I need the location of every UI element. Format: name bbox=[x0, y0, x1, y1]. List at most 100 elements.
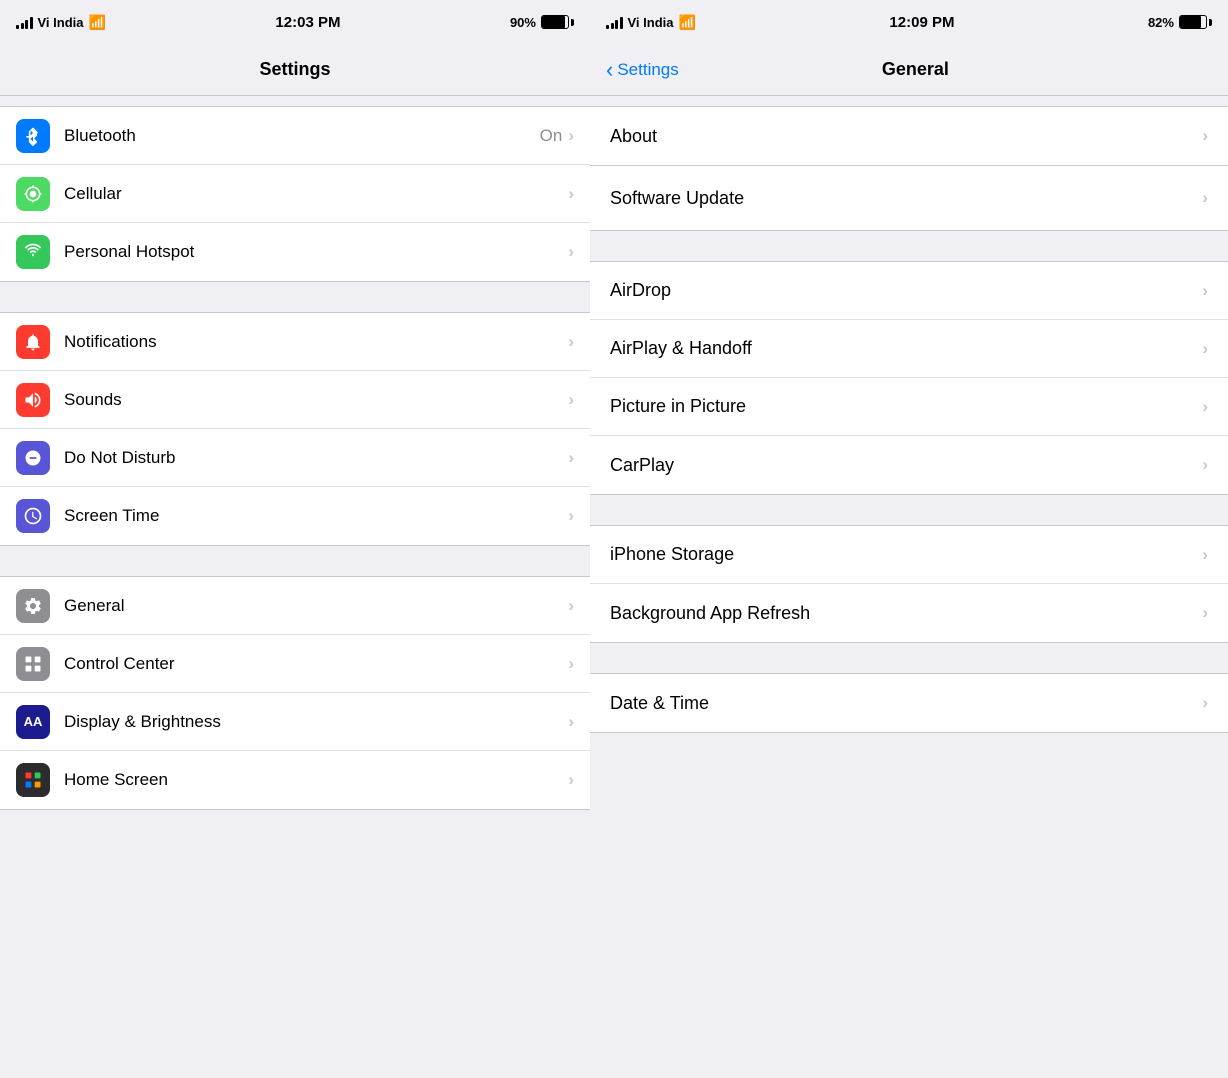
display-brightness-label: Display & Brightness bbox=[64, 712, 568, 732]
right-scroll-area[interactable]: About › Software Update › AirDrop › AirP… bbox=[590, 96, 1228, 1078]
battery-pct-left: 90% bbox=[510, 15, 536, 30]
screen-time-icon bbox=[16, 499, 50, 533]
cellular-chevron: › bbox=[568, 184, 574, 204]
list-item-personal-hotspot[interactable]: Personal Hotspot › bbox=[0, 223, 590, 281]
back-button[interactable]: ‹ Settings bbox=[606, 59, 679, 81]
control-center-chevron: › bbox=[568, 654, 574, 674]
list-item-general[interactable]: General › bbox=[0, 577, 590, 635]
list-item-airdrop[interactable]: AirDrop › bbox=[590, 262, 1228, 320]
settings-title: Settings bbox=[259, 59, 330, 80]
personal-hotspot-chevron: › bbox=[568, 242, 574, 262]
bluetooth-label: Bluetooth bbox=[64, 126, 540, 146]
wifi-icon-left: 📶 bbox=[89, 14, 106, 31]
nav-bar-right: ‹ Settings General bbox=[590, 44, 1228, 96]
display-brightness-icon: AA bbox=[16, 705, 50, 739]
bluetooth-chevron: › bbox=[568, 126, 574, 146]
general-icon bbox=[16, 589, 50, 623]
list-item-do-not-disturb[interactable]: Do Not Disturb › bbox=[0, 429, 590, 487]
list-item-control-center[interactable]: Control Center › bbox=[0, 635, 590, 693]
list-item-carplay[interactable]: CarPlay › bbox=[590, 436, 1228, 494]
bottom-padding-left bbox=[0, 810, 590, 850]
list-item-background-app-refresh[interactable]: Background App Refresh › bbox=[590, 584, 1228, 642]
battery-body bbox=[541, 15, 569, 29]
bluetooth-icon bbox=[16, 119, 50, 153]
battery-right bbox=[1179, 15, 1212, 29]
list-item-airplay-handoff[interactable]: AirPlay & Handoff › bbox=[590, 320, 1228, 378]
iphone-storage-label: iPhone Storage bbox=[610, 544, 1202, 565]
bottom-padding-right bbox=[590, 733, 1228, 773]
list-group-network: Bluetooth On › Cellular › bbox=[0, 106, 590, 282]
background-app-refresh-label: Background App Refresh bbox=[610, 603, 1202, 624]
list-item-bluetooth[interactable]: Bluetooth On › bbox=[0, 107, 590, 165]
battery-fill bbox=[542, 16, 565, 28]
gap-3 bbox=[0, 546, 590, 576]
right-left-status: Vi India 📶 bbox=[606, 14, 696, 31]
battery-tip-right bbox=[1209, 19, 1212, 26]
list-item-sounds[interactable]: Sounds › bbox=[0, 371, 590, 429]
sounds-label: Sounds bbox=[64, 390, 568, 410]
time-left: 12:03 PM bbox=[275, 14, 340, 31]
left-scroll-area[interactable]: Bluetooth On › Cellular › bbox=[0, 96, 590, 1078]
list-item-home-screen[interactable]: Home Screen › bbox=[0, 751, 590, 809]
right-gap-4 bbox=[590, 495, 1228, 525]
wifi-icon-right: 📶 bbox=[679, 14, 696, 31]
list-item-picture-in-picture[interactable]: Picture in Picture › bbox=[590, 378, 1228, 436]
airplay-handoff-label: AirPlay & Handoff bbox=[610, 338, 1202, 359]
gap-1 bbox=[0, 96, 590, 106]
right-list-group-2: Software Update › bbox=[590, 166, 1228, 231]
right-list-group-1: About › bbox=[590, 106, 1228, 166]
display-brightness-chevron: › bbox=[568, 712, 574, 732]
list-item-software-update[interactable]: Software Update › bbox=[590, 166, 1228, 230]
general-label: General bbox=[64, 596, 568, 616]
general-nav-title: General bbox=[679, 59, 1152, 80]
cellular-icon bbox=[16, 177, 50, 211]
carplay-chevron: › bbox=[1202, 455, 1208, 475]
signal-bar-2 bbox=[21, 23, 24, 29]
notifications-label: Notifications bbox=[64, 332, 568, 352]
right-list-group-5: Date & Time › bbox=[590, 673, 1228, 733]
back-chevron-icon: ‹ bbox=[606, 59, 613, 81]
do-not-disturb-label: Do Not Disturb bbox=[64, 448, 568, 468]
list-group-general: General › Control Center › bbox=[0, 576, 590, 810]
about-label: About bbox=[610, 126, 1202, 147]
signal-bars-right bbox=[606, 16, 623, 29]
status-bar-right: Vi India 📶 12:09 PM 82% bbox=[590, 0, 1228, 44]
list-item-about[interactable]: About › bbox=[590, 107, 1228, 165]
do-not-disturb-chevron: › bbox=[568, 448, 574, 468]
signal-bars bbox=[16, 16, 33, 29]
personal-hotspot-label: Personal Hotspot bbox=[64, 242, 568, 262]
signal-bar-1 bbox=[16, 25, 19, 29]
carrier-left: Vi India bbox=[38, 15, 84, 30]
time-right: 12:09 PM bbox=[889, 14, 954, 31]
do-not-disturb-icon bbox=[16, 441, 50, 475]
signal-bar-3 bbox=[25, 20, 28, 29]
about-chevron: › bbox=[1202, 126, 1208, 146]
right-gap-5 bbox=[590, 643, 1228, 673]
notifications-icon bbox=[16, 325, 50, 359]
carrier-right: Vi India bbox=[628, 15, 674, 30]
airdrop-chevron: › bbox=[1202, 281, 1208, 301]
list-item-iphone-storage[interactable]: iPhone Storage › bbox=[590, 526, 1228, 584]
screen-time-label: Screen Time bbox=[64, 506, 568, 526]
airplay-handoff-chevron: › bbox=[1202, 339, 1208, 359]
signal-bar-4 bbox=[30, 17, 33, 29]
list-item-notifications[interactable]: Notifications › bbox=[0, 313, 590, 371]
list-item-display-brightness[interactable]: AA Display & Brightness › bbox=[0, 693, 590, 751]
cellular-label: Cellular bbox=[64, 184, 568, 204]
nav-bar-left: Settings bbox=[0, 44, 590, 96]
bluetooth-value: On bbox=[540, 126, 563, 146]
right-list-group-3: AirDrop › AirPlay & Handoff › Picture in… bbox=[590, 261, 1228, 495]
control-center-icon bbox=[16, 647, 50, 681]
list-item-screen-time[interactable]: Screen Time › bbox=[0, 487, 590, 545]
personal-hotspot-icon bbox=[16, 235, 50, 269]
list-group-system: Notifications › Sounds › bbox=[0, 312, 590, 546]
battery-fill-right bbox=[1180, 16, 1201, 28]
right-list-group-4: iPhone Storage › Background App Refresh … bbox=[590, 525, 1228, 643]
screen-time-chevron: › bbox=[568, 506, 574, 526]
battery-body-right bbox=[1179, 15, 1207, 29]
right-right-status: 82% bbox=[1148, 15, 1212, 30]
list-item-cellular[interactable]: Cellular › bbox=[0, 165, 590, 223]
sounds-icon bbox=[16, 383, 50, 417]
list-item-date-time[interactable]: Date & Time › bbox=[590, 674, 1228, 732]
home-screen-label: Home Screen bbox=[64, 770, 568, 790]
